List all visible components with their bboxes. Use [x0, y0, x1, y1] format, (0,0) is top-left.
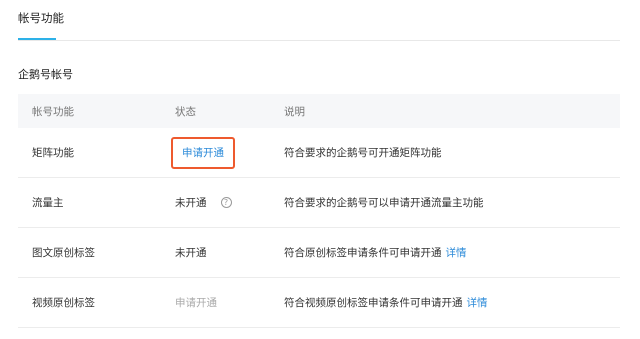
description-text: 符合原创标签申请条件可申请开通	[284, 247, 442, 259]
question-circle-icon[interactable]: ?	[220, 197, 232, 208]
status-cell: 申请开通	[171, 128, 235, 177]
header-status: 状态	[175, 105, 196, 118]
tab-account-features[interactable]: 帐号功能	[18, 10, 64, 41]
feature-description: 符合视频原创标签申请条件可申请开通 详情	[284, 278, 488, 327]
account-features-table: 帐号功能 状态 说明 矩阵功能 申请开通 符合要求的企鹅号可开通矩阵功能 流量主…	[18, 94, 620, 328]
feature-name: 视频原创标签	[32, 297, 95, 309]
feature-description: 符合要求的企鹅号可以申请开通流量主功能	[284, 197, 484, 209]
table-row-article-original: 图文原创标签 未开通 符合原创标签申请条件可申请开通 详情	[18, 228, 620, 278]
header-description: 说明	[284, 105, 305, 118]
header-feature: 帐号功能	[32, 105, 74, 118]
table-row-matrix: 矩阵功能 申请开通 符合要求的企鹅号可开通矩阵功能	[18, 128, 620, 178]
table-row-video-original: 视频原创标签 申请开通 符合视频原创标签申请条件可申请开通 详情	[18, 278, 620, 328]
tab-bar: 帐号功能	[18, 0, 620, 41]
status-cell: 申请开通	[175, 278, 217, 327]
feature-description: 符合原创标签申请条件可申请开通 详情	[284, 228, 467, 277]
description-text: 符合视频原创标签申请条件可申请开通	[284, 297, 463, 309]
status-text: 未开通	[175, 197, 207, 209]
table-header: 帐号功能 状态 说明	[18, 94, 620, 128]
details-link[interactable]: 详情	[446, 245, 467, 260]
active-tab-indicator	[18, 38, 56, 40]
details-link[interactable]: 详情	[467, 295, 488, 310]
apply-matrix-button[interactable]: 申请开通	[171, 136, 235, 169]
feature-name: 矩阵功能	[32, 147, 74, 159]
feature-description: 符合要求的企鹅号可开通矩阵功能	[284, 147, 442, 159]
feature-name: 流量主	[32, 197, 64, 209]
table-row-traffic-owner: 流量主 未开通 ? 符合要求的企鹅号可以申请开通流量主功能	[18, 178, 620, 228]
section-title: 企鹅号帐号	[18, 68, 73, 81]
status-text: 未开通	[175, 247, 207, 259]
status-cell: 未开通 ?	[175, 178, 232, 227]
apply-video-original-link: 申请开通	[175, 297, 217, 309]
feature-name: 图文原创标签	[32, 247, 95, 259]
status-cell: 未开通	[175, 228, 207, 277]
